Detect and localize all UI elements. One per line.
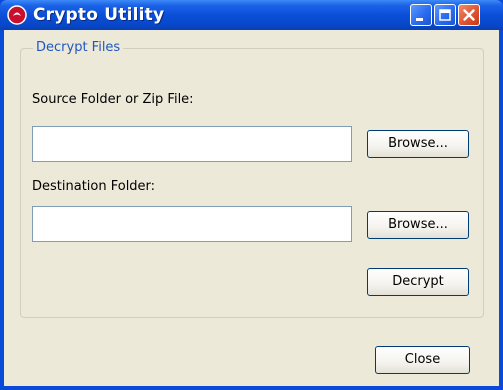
minimize-button[interactable]: [410, 4, 432, 26]
source-browse-button[interactable]: Browse...: [367, 130, 469, 158]
maximize-icon: [439, 9, 451, 21]
minimize-icon: [416, 18, 423, 21]
crypto-utility-window: Crypto Utility Decrypt Files Source Fold…: [0, 0, 503, 390]
close-window-button[interactable]: [458, 4, 480, 26]
close-icon: [463, 9, 475, 21]
destination-label: Destination Folder:: [32, 179, 156, 194]
close-button[interactable]: Close: [375, 346, 470, 374]
window-border-right: [499, 30, 503, 390]
maximize-button[interactable]: [434, 4, 456, 26]
group-legend: Decrypt Files: [33, 40, 124, 56]
decrypt-button[interactable]: Decrypt: [367, 268, 469, 296]
destination-browse-button[interactable]: Browse...: [367, 211, 469, 239]
window-border-bottom: [0, 386, 503, 390]
window-title: Crypto Utility: [33, 5, 165, 25]
source-path-input[interactable]: [32, 126, 352, 162]
source-label: Source Folder or Zip File:: [32, 92, 194, 107]
title-bar[interactable]: Crypto Utility: [0, 0, 503, 30]
app-icon: [7, 5, 27, 25]
destination-path-input[interactable]: [32, 206, 352, 242]
